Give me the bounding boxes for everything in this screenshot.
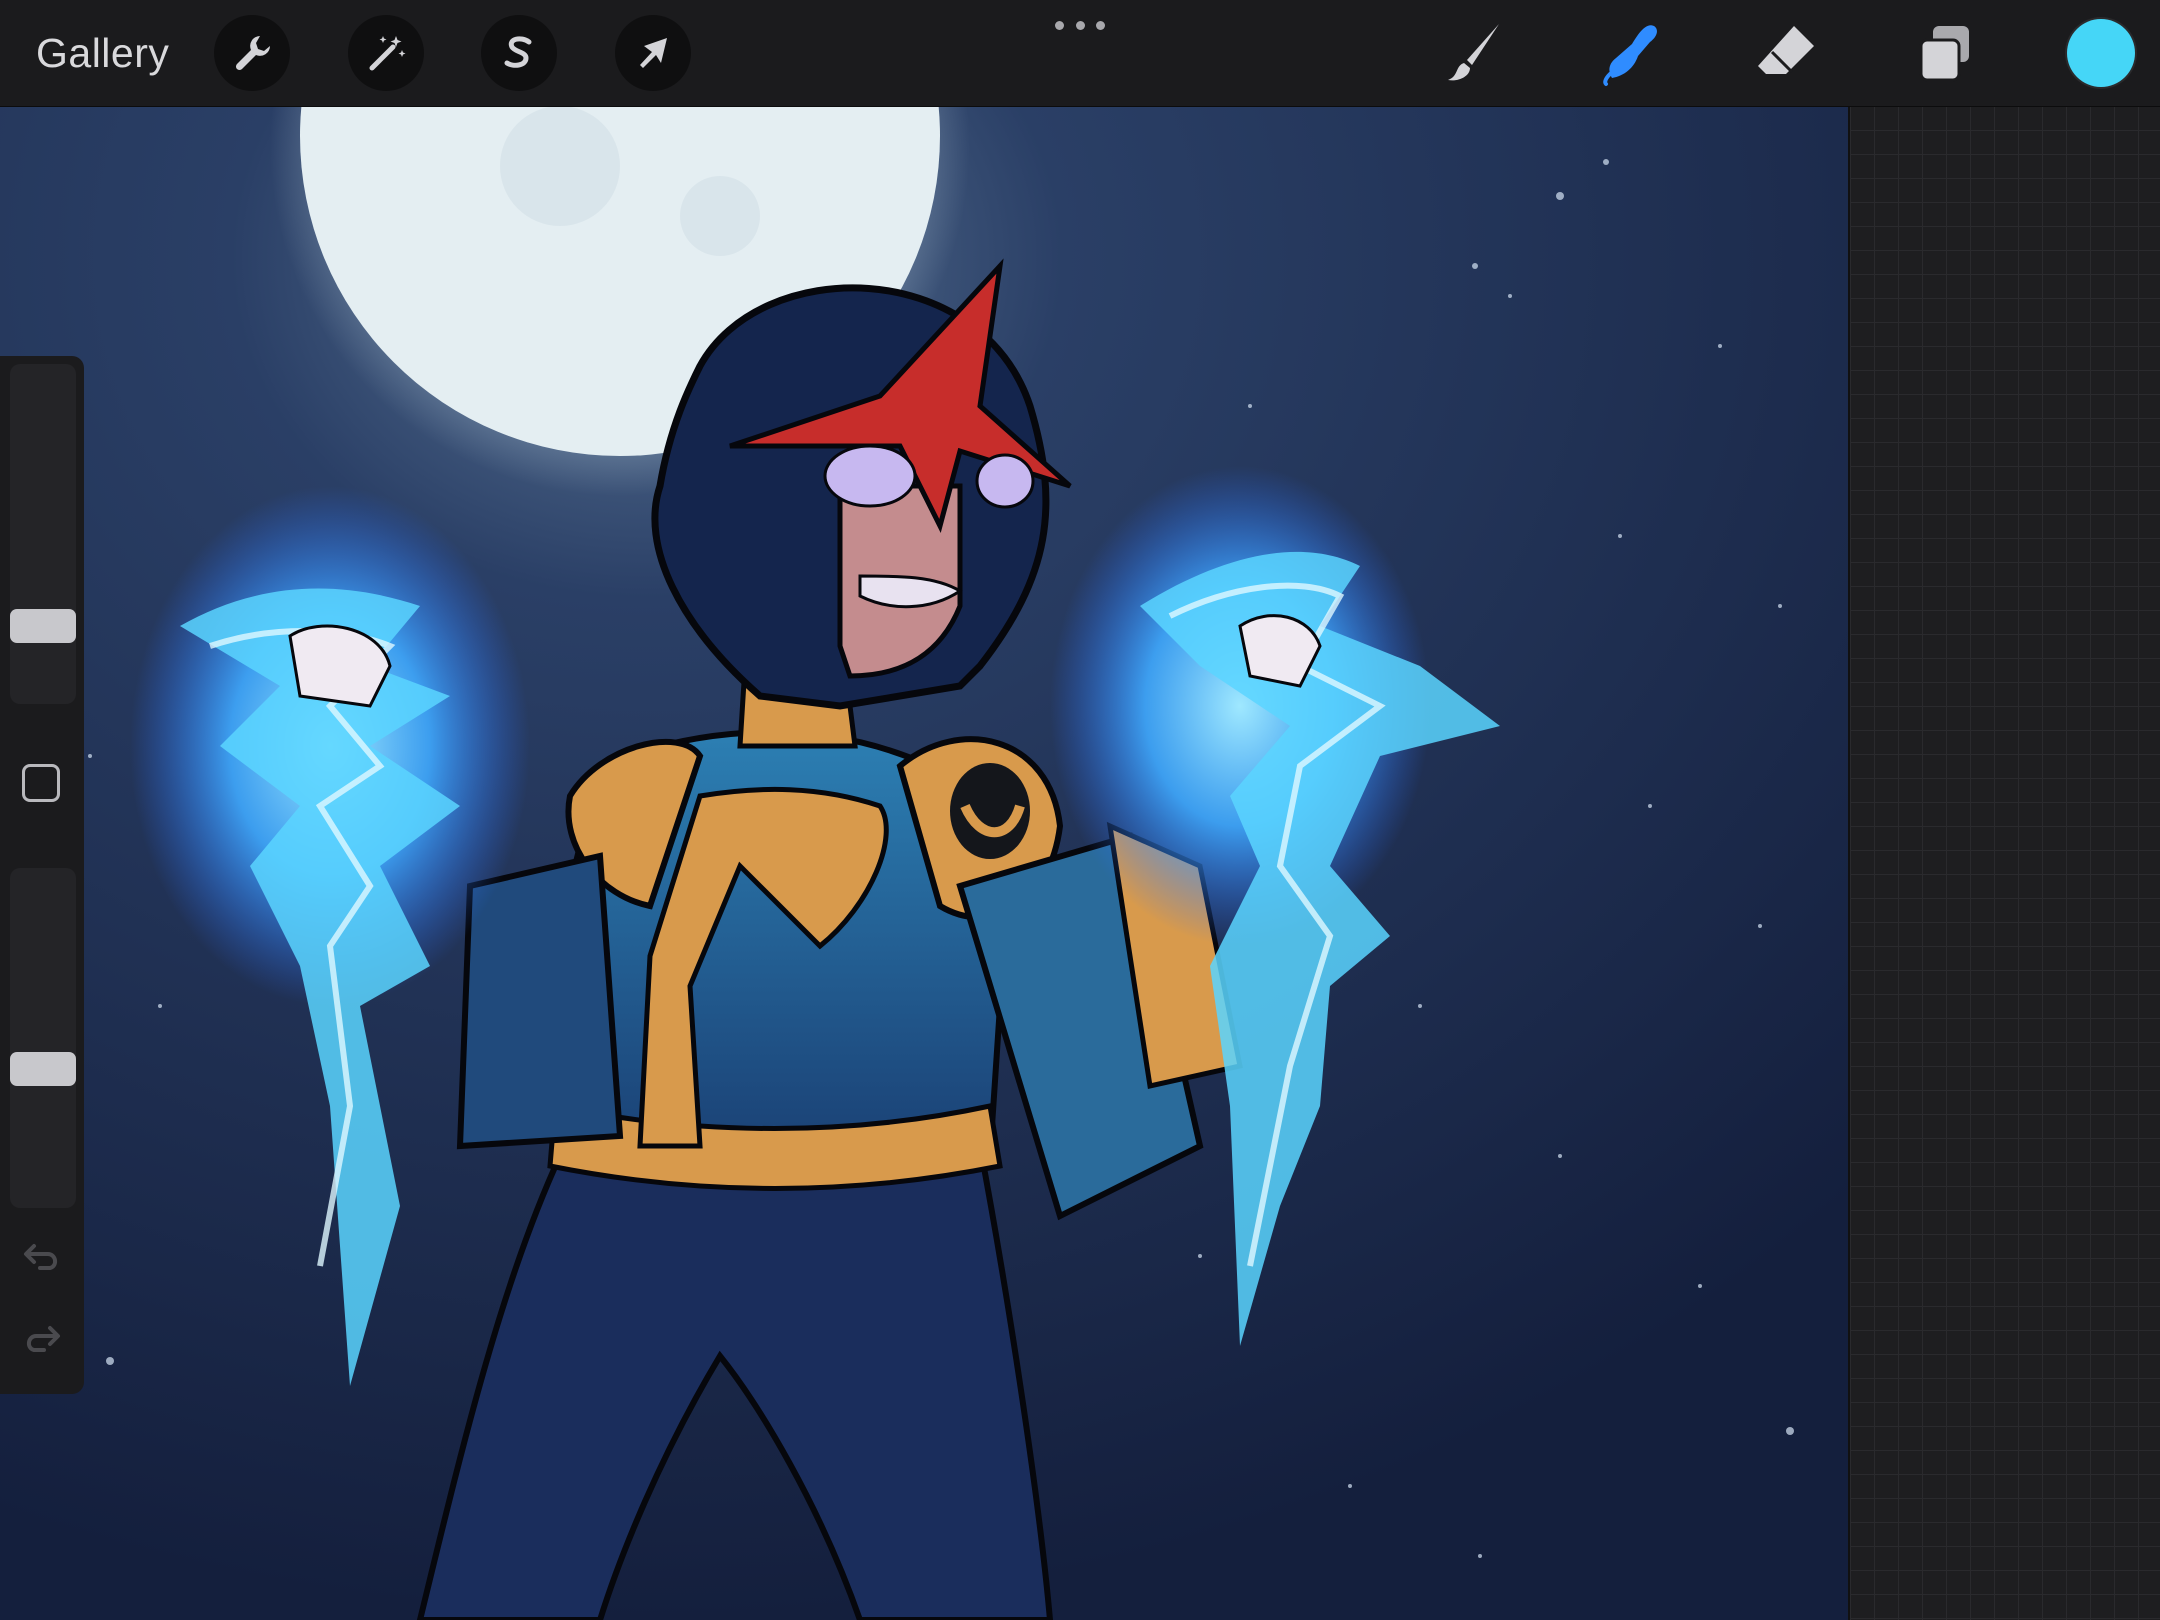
arrow-cursor-icon: [640, 38, 667, 68]
actions-wrench-button[interactable]: [214, 15, 290, 91]
transform-button[interactable]: [615, 15, 691, 91]
smudge-tool-button[interactable]: [1590, 16, 1674, 90]
drawing-canvas[interactable]: [0, 106, 1848, 1620]
selection-s-icon: [504, 36, 532, 68]
top-toolbar: Gallery: [0, 0, 2160, 107]
artwork-illustration: [0, 106, 1848, 1620]
gallery-button[interactable]: Gallery: [36, 28, 169, 78]
eraser-icon: [1758, 26, 1814, 74]
brush-size-slider[interactable]: [10, 364, 76, 704]
wrench-icon: [235, 36, 270, 71]
layers-icon: [1919, 26, 1969, 82]
color-swatch[interactable]: [2067, 19, 2135, 87]
eraser-tool-button[interactable]: [1744, 16, 1828, 90]
sidebar: [0, 356, 84, 1394]
adjustments-button[interactable]: [348, 15, 424, 91]
redo-icon[interactable]: [20, 1318, 64, 1362]
brush-icon: [1448, 24, 1499, 81]
selection-button[interactable]: [481, 15, 557, 91]
brush-tool-button[interactable]: [1433, 16, 1517, 90]
canvas-grid-background: [1848, 106, 2160, 1620]
magic-wand-icon: [369, 36, 406, 71]
more-dots-icon[interactable]: [1055, 14, 1105, 36]
brush-size-thumb[interactable]: [10, 608, 76, 643]
layers-button[interactable]: [1903, 16, 1987, 90]
undo-icon[interactable]: [20, 1236, 64, 1280]
smudge-finger-icon: [1603, 25, 1657, 86]
square-modify-icon[interactable]: [22, 764, 60, 802]
brush-opacity-thumb[interactable]: [10, 1051, 76, 1086]
brush-opacity-slider[interactable]: [10, 868, 76, 1208]
